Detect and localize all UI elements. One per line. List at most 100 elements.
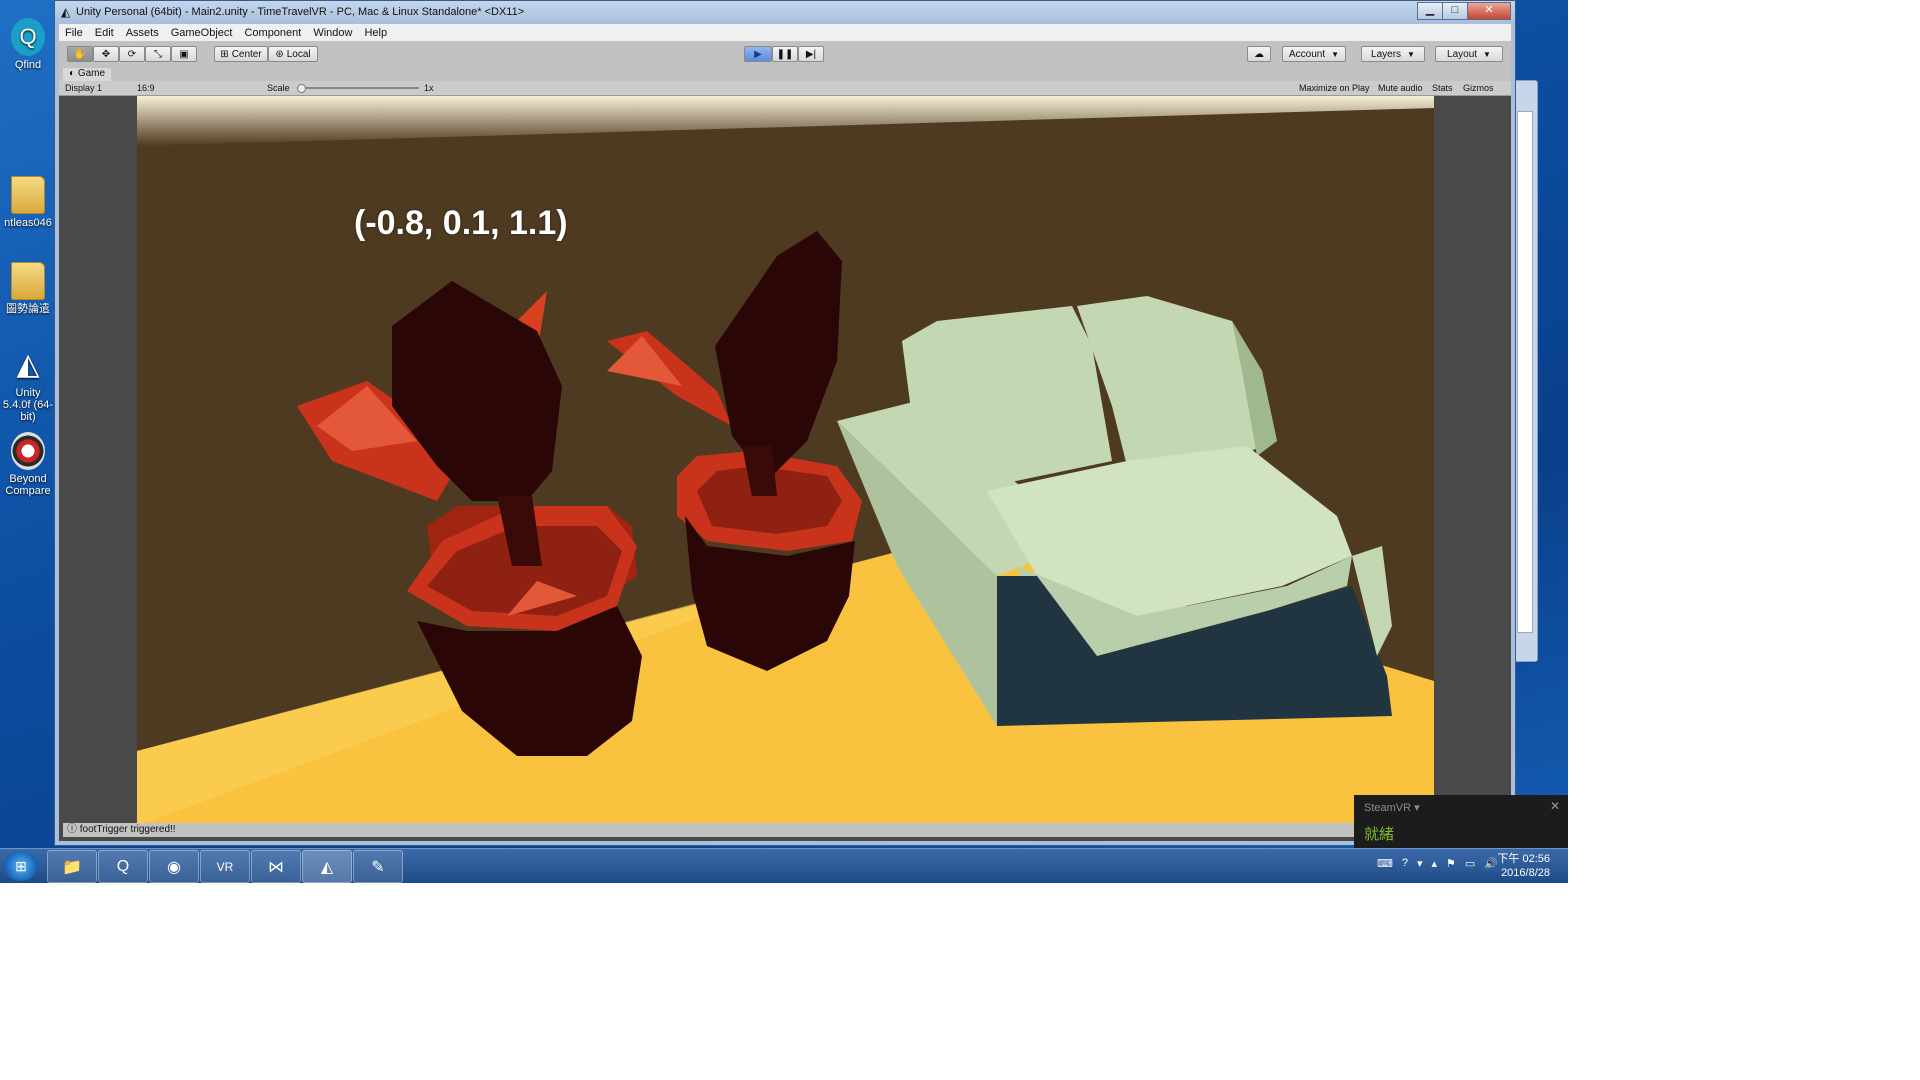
volume-icon[interactable]: 🔊 <box>1484 857 1498 870</box>
gizmos-dropdown[interactable]: Gizmos <box>1463 82 1494 94</box>
menu-file[interactable]: File <box>59 27 89 39</box>
taskbar-app-paint[interactable]: ✎ <box>353 850 403 883</box>
menu-bar: File Edit Assets GameObject Component Wi… <box>59 24 1511 41</box>
pause-button[interactable]: ❚❚ <box>772 46 798 62</box>
qfind-icon: Q <box>116 857 130 875</box>
menu-edit[interactable]: Edit <box>89 27 120 39</box>
rect-tool-button[interactable]: ▣ <box>171 46 197 62</box>
chevron-up-icon[interactable]: ▴ <box>1431 857 1437 870</box>
slider-handle[interactable] <box>297 84 306 93</box>
menu-gameobject[interactable]: GameObject <box>165 27 239 39</box>
close-icon[interactable]: ✕ <box>1550 799 1560 813</box>
desktop-icon-label: 圖勢論遣 <box>6 303 50 315</box>
menu-assets[interactable]: Assets <box>120 27 165 39</box>
scale-label: Scale <box>267 83 290 93</box>
chevron-down-icon: ▼ <box>1331 49 1340 59</box>
account-dropdown[interactable]: Account ▼ <box>1282 46 1346 62</box>
folder-icon <box>11 262 45 300</box>
tab-game[interactable]: ◐ Game <box>63 68 112 81</box>
stats-toggle[interactable]: Stats <box>1432 82 1453 94</box>
rotate-icon: ⟳ <box>127 48 137 60</box>
close-button[interactable]: ✕ <box>1467 2 1511 20</box>
clock-date: 2016/8/28 <box>1501 867 1550 879</box>
account-label: Account <box>1288 48 1326 60</box>
minimize-button[interactable]: ▁ <box>1417 2 1443 20</box>
status-bar[interactable]: ⓘ footTrigger triggered!! <box>63 823 1507 837</box>
aspect-dropdown[interactable]: 16:9 <box>137 82 263 94</box>
desktop-icon-unity[interactable]: ◭ Unity 5.4.0f (64-bit) <box>2 346 54 424</box>
system-tray: ⌨ ? ▾ ▴ ⚑ ▭ 🔊 <box>1368 857 1498 870</box>
desktop-icon-beyond-compare[interactable]: Beyond Compare <box>2 432 54 497</box>
rotate-tool-button[interactable]: ⟳ <box>119 46 145 62</box>
play-icon: ▶ <box>754 48 762 60</box>
toolbar: ✋ ✥ ⟳ ⤡ ▣ ⊞ Center ⊛ Local ▶ ❚❚ ▶| ☁ Acc… <box>59 41 1511 69</box>
display-dropdown[interactable]: Display 1 <box>65 82 129 94</box>
maximize-on-play-toggle[interactable]: Maximize on Play <box>1299 82 1370 94</box>
hand-tool-button[interactable]: ✋ <box>67 46 93 62</box>
rect-icon: ▣ <box>179 48 189 60</box>
desktop-icon-folder[interactable]: 圖勢論遣 <box>2 262 54 315</box>
taskbar-app-visual-studio[interactable]: ⋈ <box>251 850 301 883</box>
mute-audio-toggle[interactable]: Mute audio <box>1378 82 1423 94</box>
unity-icon: ◭ <box>61 5 71 19</box>
clock[interactable]: 下午 02:56 2016/8/28 <box>1497 852 1550 880</box>
unity-icon: ◭ <box>320 858 334 876</box>
menu-help[interactable]: Help <box>358 27 393 39</box>
taskbar-app-explorer[interactable]: 📁 <box>47 850 97 883</box>
move-tool-button[interactable]: ✥ <box>93 46 119 62</box>
desktop-icon-ntleas[interactable]: ntleas046 <box>2 176 54 229</box>
steamvr-title[interactable]: SteamVR ▾ <box>1364 801 1420 814</box>
play-button[interactable]: ▶ <box>744 46 772 62</box>
scale-slider[interactable] <box>297 82 419 94</box>
paint-icon: ✎ <box>371 858 385 876</box>
step-button[interactable]: ▶| <box>798 46 824 62</box>
game-controls: Display 1 16:9 Scale 1x Maximize on Play… <box>59 81 1511 96</box>
desktop-icon-label: Beyond Compare <box>5 473 51 497</box>
scale-icon: ⤡ <box>154 48 162 60</box>
taskbar-app-vr[interactable]: VR <box>200 850 250 883</box>
cloud-button[interactable]: ☁ <box>1247 46 1271 62</box>
sofa-back-left <box>902 306 1112 486</box>
chevron-down-icon: ▼ <box>1407 49 1415 59</box>
layout-dropdown[interactable]: Layout ▼ <box>1435 46 1503 62</box>
layout-label: Layout <box>1447 48 1478 60</box>
move-icon: ✥ <box>101 48 111 60</box>
pause-icon: ❚❚ <box>776 48 794 60</box>
visual-studio-icon: ⋈ <box>268 858 284 876</box>
unity-window: ◭ Unity Personal (64bit) - Main2.unity -… <box>54 0 1516 846</box>
desktop-icon-label: ntleas046 <box>4 217 52 229</box>
steamvr-status: 就緒 <box>1364 826 1395 843</box>
menu-window[interactable]: Window <box>307 27 358 39</box>
game-scene[interactable]: (-0.8, 0.1, 1.1) <box>137 96 1434 826</box>
keyboard-icon[interactable]: ⌨ <box>1377 857 1393 870</box>
step-icon: ▶| <box>805 48 817 60</box>
menu-component[interactable]: Component <box>238 27 307 39</box>
title-bar[interactable]: ◭ Unity Personal (64bit) - Main2.unity -… <box>55 1 1515 23</box>
scale-tool-button[interactable]: ⤡ <box>145 46 171 62</box>
help-icon[interactable]: ? <box>1402 857 1408 870</box>
layers-dropdown[interactable]: Layers ▼ <box>1361 46 1425 62</box>
steamvr-popup[interactable]: SteamVR ▾ ✕ 就緒 <box>1354 795 1568 848</box>
maximize-button[interactable]: □ <box>1442 2 1468 20</box>
vr-icon: VR <box>216 859 234 874</box>
folder-icon <box>11 176 45 214</box>
pivot-icon: ⊞ <box>220 48 229 60</box>
scale-value: 1x <box>424 83 434 93</box>
game-view: ◐ Game Display 1 16:9 Scale 1x Maximize … <box>59 68 1511 841</box>
pivot-local-toggle[interactable]: ⊛ Local <box>268 46 318 62</box>
chevron-down-icon[interactable]: ▾ <box>1417 857 1423 870</box>
beyond-compare-icon <box>11 432 45 470</box>
start-button[interactable]: ⊞ <box>4 851 38 881</box>
taskbar-app-qfind[interactable]: Q <box>98 850 148 883</box>
space-label: Local <box>286 48 311 60</box>
position-readout: (-0.8, 0.1, 1.1) <box>354 204 568 242</box>
taskbar-app-unity[interactable]: ◭ <box>302 850 352 883</box>
pivot-center-toggle[interactable]: ⊞ Center <box>214 46 268 62</box>
taskbar-app-chrome[interactable]: ◉ <box>149 850 199 883</box>
local-icon: ⊛ <box>275 48 284 60</box>
cloud-icon: ☁ <box>1254 48 1264 60</box>
flag-icon[interactable]: ⚑ <box>1446 857 1456 870</box>
desktop-icon-qfind[interactable]: Q Qfind <box>2 18 54 71</box>
clock-time: 下午 02:56 <box>1497 853 1550 865</box>
network-icon[interactable]: ▭ <box>1465 857 1475 870</box>
